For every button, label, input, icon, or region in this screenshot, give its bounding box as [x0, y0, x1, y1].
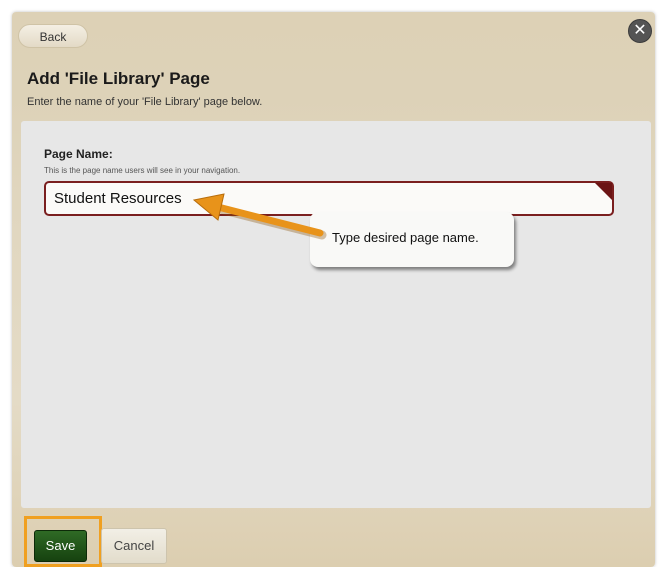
back-button[interactable]: Back — [18, 24, 88, 48]
page-title: Add 'File Library' Page — [27, 69, 210, 88]
close-button[interactable]: ✕ — [628, 19, 652, 43]
page-name-label: Page Name: — [44, 147, 113, 161]
page-subtitle: Enter the name of your 'File Library' pa… — [27, 96, 263, 108]
arrow-pointer-icon — [192, 193, 327, 240]
close-icon: ✕ — [633, 22, 647, 39]
instruction-callout: Type desired page name. — [310, 212, 514, 267]
page-name-hint: This is the page name users will see in … — [44, 166, 241, 175]
required-corner-marker — [595, 183, 612, 200]
cancel-button[interactable]: Cancel — [101, 528, 167, 564]
callout-text: Type desired page name. — [332, 230, 479, 245]
form-panel — [21, 121, 651, 508]
save-button[interactable]: Save — [34, 530, 87, 562]
